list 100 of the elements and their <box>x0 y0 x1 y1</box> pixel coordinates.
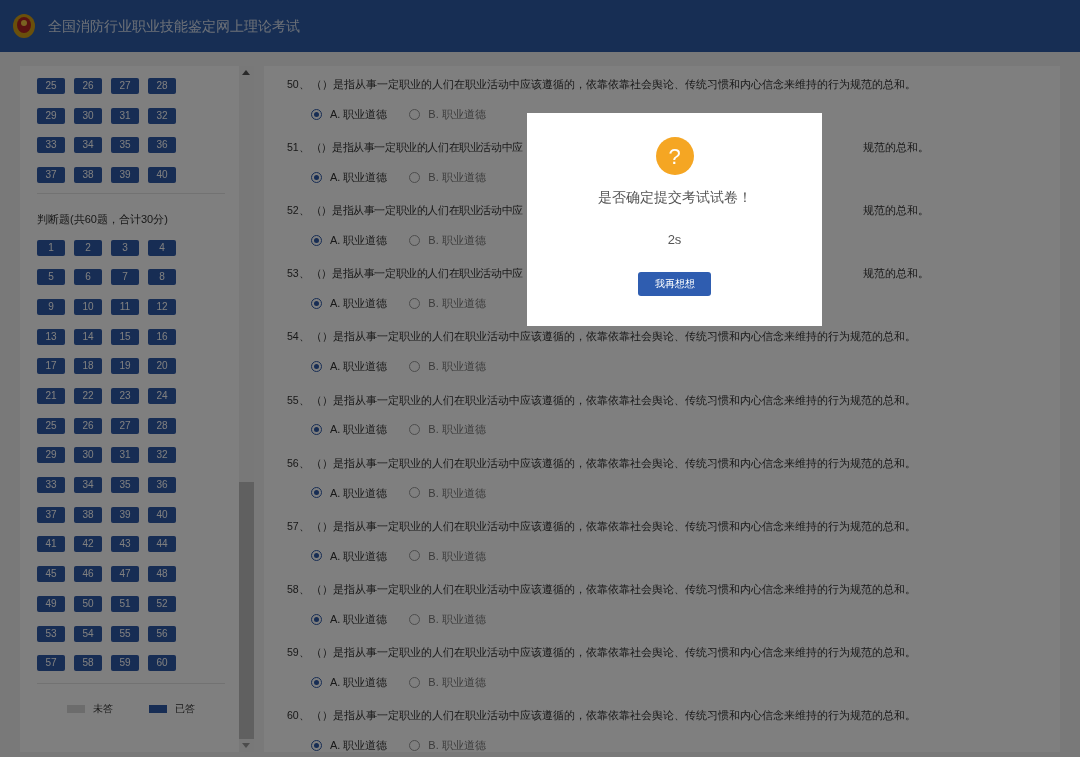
question-number-button[interactable]: 19 <box>111 358 139 375</box>
question-number-button[interactable]: 49 <box>37 595 65 612</box>
question-number-button[interactable]: 35 <box>111 477 139 494</box>
question-number-button[interactable]: 26 <box>74 417 102 434</box>
question-number-button[interactable]: 5 <box>37 269 65 286</box>
question-number-button[interactable]: 39 <box>111 167 139 184</box>
question-number-button[interactable]: 23 <box>111 388 139 404</box>
question-number-button[interactable]: 39 <box>111 506 139 523</box>
question-number-button[interactable]: 4 <box>148 239 176 256</box>
question-number-button[interactable]: 28 <box>148 417 176 434</box>
question-number-button[interactable]: 56 <box>148 625 176 642</box>
option-label: B. 职业道德 <box>428 674 486 690</box>
option-label: A. 职业道德 <box>329 170 388 186</box>
question-number-button[interactable]: 34 <box>74 477 102 494</box>
question-number-button[interactable]: 2 <box>74 239 102 256</box>
question-number-button[interactable]: 40 <box>148 167 176 184</box>
question-number: 52、 <box>286 203 310 219</box>
question-number-button[interactable]: 31 <box>111 107 139 124</box>
question-number-button[interactable]: 59 <box>111 655 139 672</box>
question-number-button[interactable]: 32 <box>148 107 176 124</box>
question-number-button[interactable]: 9 <box>37 298 65 315</box>
question-number-button[interactable]: 33 <box>37 137 65 154</box>
question-number-button[interactable]: 57 <box>37 655 65 672</box>
question-number-button[interactable]: 33 <box>37 477 65 494</box>
question-number-button[interactable]: 21 <box>37 388 65 404</box>
question-number-button[interactable]: 37 <box>37 506 65 523</box>
emblem-icon <box>12 13 36 39</box>
question-number-button[interactable]: 36 <box>148 137 176 154</box>
question-number-button[interactable]: 35 <box>111 137 139 154</box>
question-number-button[interactable]: 43 <box>111 536 139 553</box>
question-number-button[interactable]: 22 <box>74 388 102 404</box>
question-number-button[interactable]: 13 <box>37 328 65 345</box>
reconsider-button[interactable]: 我再想想 <box>638 271 711 296</box>
question-number-button[interactable]: 47 <box>111 566 139 583</box>
question-number-button[interactable]: 14 <box>74 328 102 345</box>
question-number-button[interactable]: 54 <box>74 625 102 642</box>
question-number-button[interactable]: 32 <box>148 447 176 464</box>
scrollbar-thumb[interactable] <box>238 482 254 739</box>
question-number-button[interactable]: 40 <box>148 506 176 523</box>
question-number-button[interactable]: 24 <box>148 388 176 404</box>
question-number-button[interactable]: 50 <box>74 595 102 612</box>
question-number-button[interactable]: 52 <box>148 595 176 612</box>
question-number-button[interactable]: 27 <box>111 78 139 94</box>
question-number-button[interactable]: 20 <box>148 358 176 375</box>
question-number-button[interactable]: 38 <box>74 167 102 184</box>
question-number-button[interactable]: 26 <box>74 78 102 94</box>
question-number-button[interactable]: 16 <box>148 328 176 345</box>
question-number-button[interactable]: 44 <box>148 536 176 553</box>
question-number-button[interactable]: 30 <box>74 107 102 124</box>
question-text: （）是指从事一定职业的人们在职业活动中应该遵循的，依靠依靠社会舆论、传统习惯和内心信念来维持的行为规范的总和。 <box>310 708 916 723</box>
dialog-message: 是否确定提交考试试卷！ <box>597 188 752 207</box>
question-number: 58、 <box>286 581 310 597</box>
question-number-button[interactable]: 18 <box>74 358 102 375</box>
question-number-button[interactable]: 17 <box>37 358 65 375</box>
question-text: （）是指从事一定职业的人们在职业活动中应该遵循的，依靠依靠社会舆论、传统习惯和内心信念来维持的行为规范的总和。 <box>310 392 916 408</box>
question-text: （）是指从事一定职业的人们在职业活动中应该遵循的，依靠依靠社会舆论、传统习惯和内心信念来维持的行为规范的总和。 <box>310 644 916 660</box>
question-number-button[interactable]: 29 <box>37 447 65 464</box>
question-number-button[interactable]: 42 <box>74 536 102 553</box>
scroll-up-icon[interactable] <box>242 70 251 75</box>
question-number-button[interactable]: 10 <box>74 298 102 315</box>
question-number-button[interactable]: 27 <box>111 417 139 434</box>
question-number-button[interactable]: 51 <box>111 595 139 612</box>
question-number-button[interactable]: 25 <box>37 78 65 94</box>
question-number-button[interactable]: 15 <box>111 328 139 345</box>
question-number-button[interactable]: 34 <box>74 137 102 154</box>
question-number-button[interactable]: 11 <box>111 298 139 315</box>
option-label: A. 职业道德 <box>329 296 388 312</box>
question-text: （）是指从事一定职业的人们在职业活动中应 <box>310 203 523 219</box>
question-number-button[interactable]: 36 <box>148 477 176 494</box>
option-label: B. 职业道德 <box>428 548 486 564</box>
question-number-button[interactable]: 55 <box>111 625 139 642</box>
question-number-button[interactable]: 60 <box>148 655 176 672</box>
scroll-down-icon[interactable] <box>242 743 251 748</box>
question-number-button[interactable]: 38 <box>74 506 102 523</box>
question-number-button[interactable]: 46 <box>74 566 102 583</box>
option-label: B. 职业道德 <box>428 422 486 438</box>
question-number-button[interactable]: 7 <box>111 269 139 286</box>
question-number-button[interactable]: 31 <box>111 447 139 464</box>
question-text: （）是指从事一定职业的人们在职业活动中应该遵循的，依靠依靠社会舆论、传统习惯和内心信念来维持的行为规范的总和。 <box>310 329 916 345</box>
question-number-button[interactable]: 6 <box>74 269 102 286</box>
question-number-button[interactable]: 45 <box>37 566 65 583</box>
question-number: 55、 <box>286 392 310 408</box>
question-number-button[interactable]: 41 <box>37 536 65 553</box>
question-number-button[interactable]: 25 <box>37 417 65 434</box>
question-number-button[interactable]: 12 <box>148 298 176 315</box>
section-title: 判断题(共60题，合计30分) <box>37 212 169 228</box>
question-number-button[interactable]: 48 <box>148 566 176 583</box>
question-number-button[interactable]: 58 <box>74 655 102 672</box>
question-number-button[interactable]: 28 <box>148 78 176 94</box>
question-text: 规范的总和。 <box>862 140 929 156</box>
question-number-button[interactable]: 30 <box>74 447 102 464</box>
question-number-button[interactable]: 3 <box>111 239 139 256</box>
question-number-button[interactable]: 37 <box>37 167 65 184</box>
question-number: 60、 <box>286 708 310 723</box>
question-number-button[interactable]: 29 <box>37 107 65 124</box>
question-number-button[interactable]: 1 <box>37 239 65 256</box>
question-number-button[interactable]: 53 <box>37 625 65 642</box>
option-label: A. 职业道德 <box>329 674 388 690</box>
question-number-button[interactable]: 8 <box>148 269 176 286</box>
question-text: （）是指从事一定职业的人们在职业活动中应该遵循的，依靠依靠社会舆论、传统习惯和内心信念来维持的行为规范的总和。 <box>310 455 916 471</box>
